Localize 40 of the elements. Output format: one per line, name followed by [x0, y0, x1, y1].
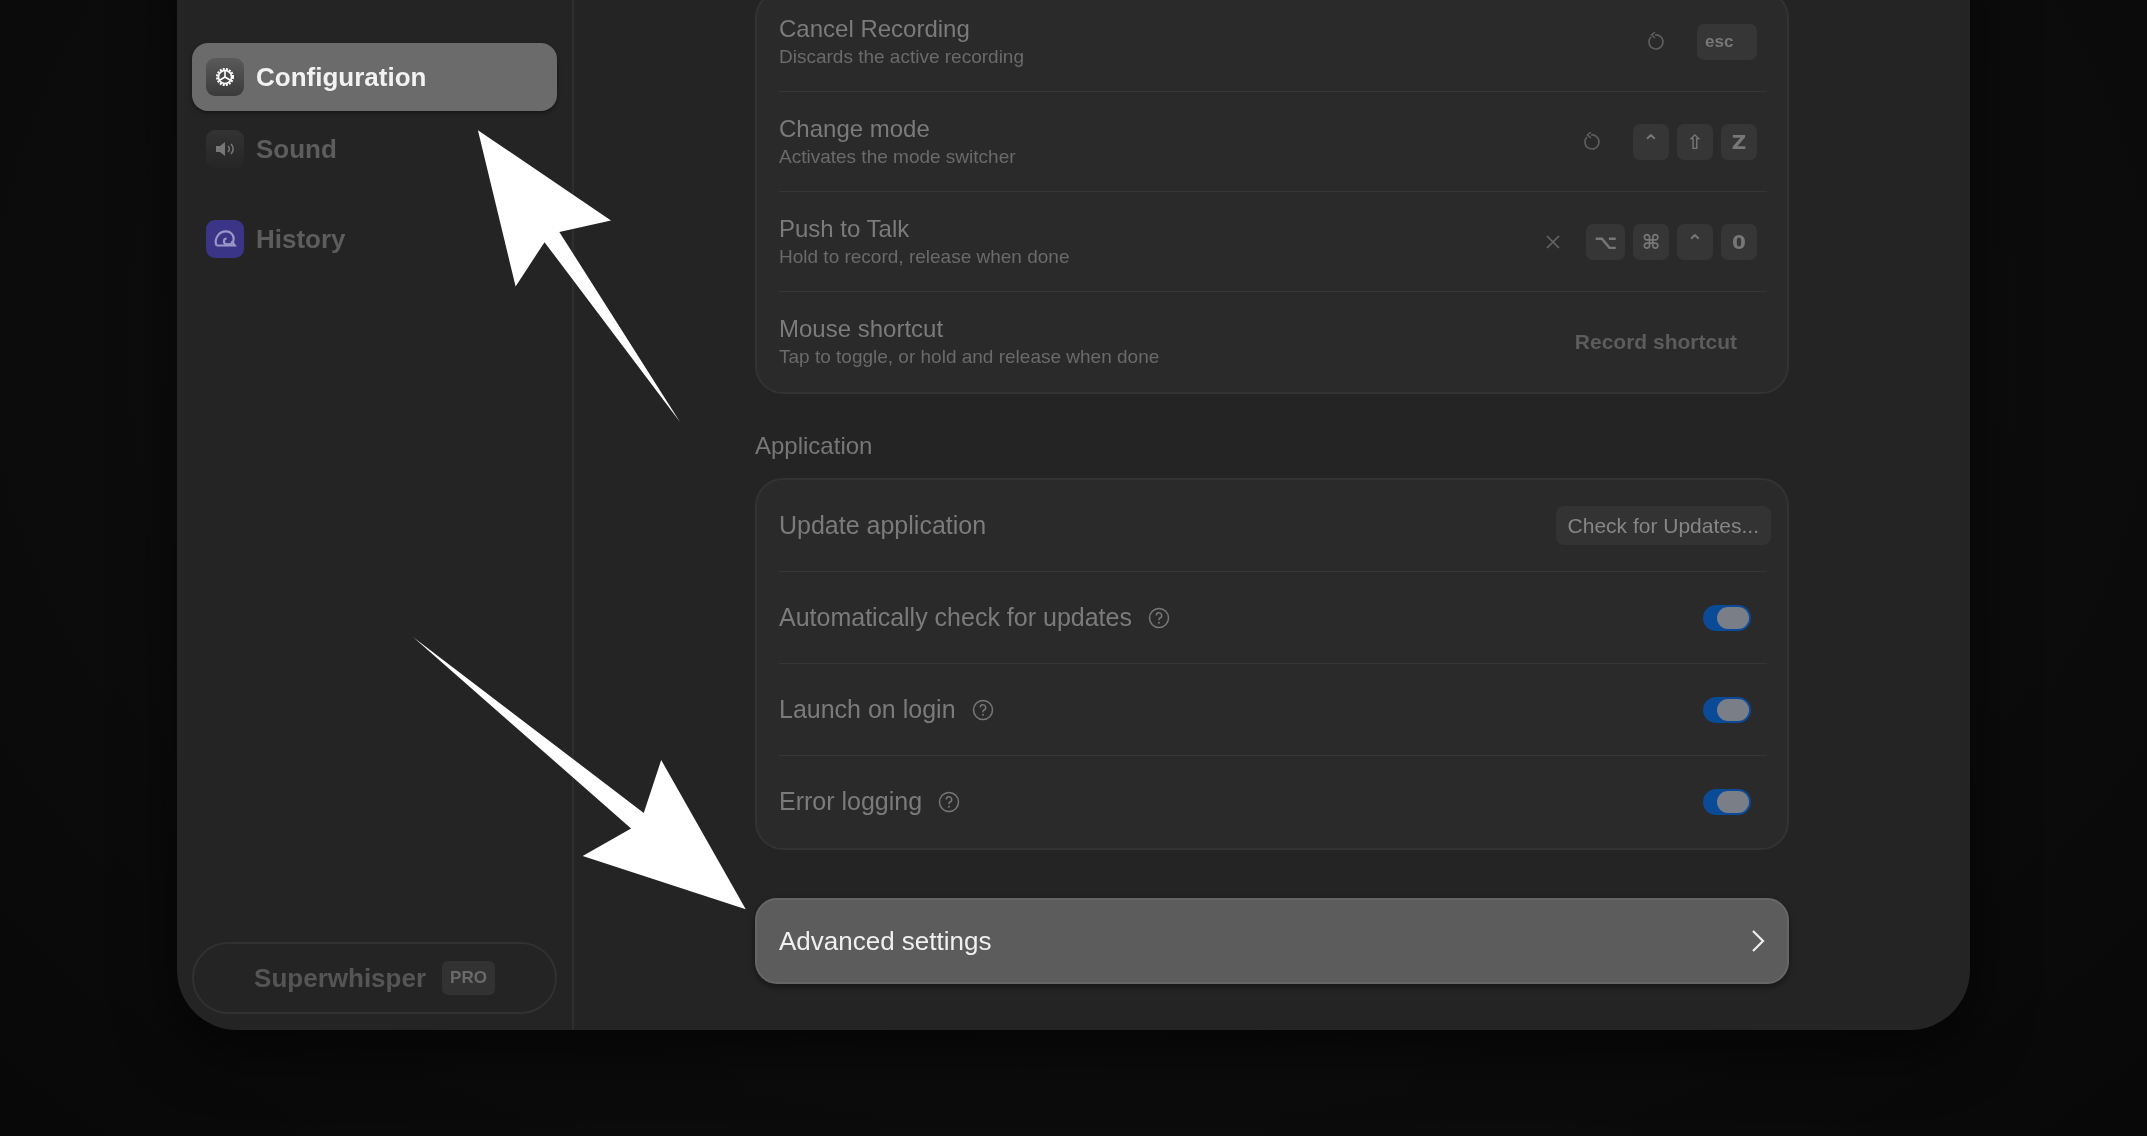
help-icon[interactable]	[1147, 606, 1170, 629]
chevron-right-icon	[1751, 929, 1765, 953]
key-cap: Z	[1721, 123, 1757, 160]
key-cap: ⌃	[1633, 123, 1669, 160]
pro-badge: PRO	[442, 961, 495, 995]
section-heading: Application	[755, 431, 874, 461]
reset-icon[interactable]	[1581, 131, 1601, 152]
toggle-switch[interactable]	[1703, 604, 1751, 631]
sidebar-item[interactable]: Sound	[192, 115, 351, 183]
advanced-settings-button[interactable]: Advanced settings	[755, 898, 1789, 984]
key-cap: ⇧	[1677, 123, 1713, 160]
shortcut-title: Push to Talk	[779, 213, 911, 244]
help-icon[interactable]	[971, 698, 994, 721]
shell-icon	[206, 220, 244, 258]
sidebar-item[interactable]: Configuration	[192, 43, 557, 111]
shortcut-description: Discards the active recording	[779, 44, 1025, 69]
toggle-switch[interactable]	[1703, 789, 1751, 815]
setting-label: Update application	[779, 509, 987, 541]
shortcut-description: Hold to record, release when done	[779, 244, 1071, 269]
key-cap: ⌥	[1585, 223, 1625, 260]
setting-label: Launch on login	[779, 693, 956, 725]
shortcut-title: Mouse shortcut	[779, 314, 945, 344]
sidebar-item[interactable]: History	[192, 205, 360, 273]
shortcut-description: Tap to toggle, or hold and release when done	[779, 345, 1161, 369]
gear-icon	[206, 58, 244, 96]
key-cap: esc	[1697, 23, 1757, 60]
key-cap: ⌘	[1633, 223, 1669, 260]
close-icon[interactable]	[1543, 232, 1562, 251]
reset-icon[interactable]	[1645, 31, 1665, 52]
key-cap: ⌃	[1677, 223, 1713, 260]
shortcut-description: Activates the mode switcher	[779, 144, 1017, 169]
toggle-switch[interactable]	[1703, 696, 1751, 723]
help-icon[interactable]	[938, 791, 961, 813]
shortcut-title: Cancel Recording	[779, 13, 971, 44]
shortcut-title: Change mode	[779, 113, 931, 144]
setting-label: Automatically check for updates	[779, 601, 1132, 633]
key-cap: 0	[1721, 223, 1757, 260]
setting-label: Error logging	[779, 786, 923, 818]
speaker-icon	[206, 130, 244, 168]
check-updates-button[interactable]: Check for Updates...	[1555, 505, 1771, 546]
